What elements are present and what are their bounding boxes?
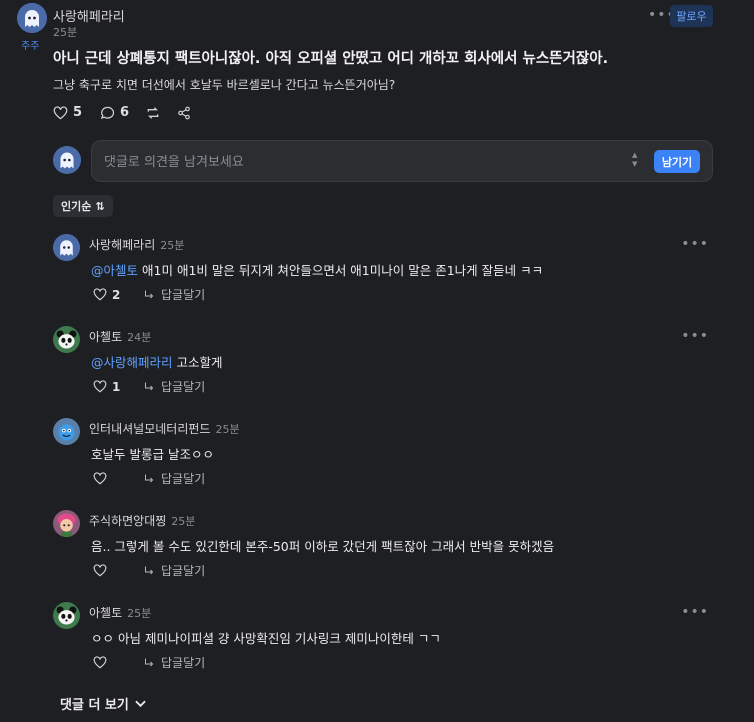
comment-time: 25분 — [215, 423, 240, 436]
load-more-comments-button[interactable]: 댓글 더 보기 — [60, 694, 146, 713]
comment-time: 25분 — [160, 239, 185, 252]
comment-like-button[interactable]: 2 — [93, 288, 143, 302]
reply-arrow-icon — [145, 290, 154, 298]
comment-time: 24분 — [127, 331, 152, 344]
repost-button[interactable] — [145, 106, 161, 120]
post-time: 25분 — [53, 26, 78, 39]
comment-author[interactable]: 인터내셔널모네터리펀드 — [89, 420, 210, 437]
reply-arrow-icon — [145, 566, 154, 574]
resize-stepper-icon[interactable]: ▲ ▼ — [632, 151, 637, 169]
follow-button[interactable]: 팔로우 — [670, 5, 713, 27]
heart-icon — [93, 656, 107, 669]
reply-button[interactable]: 답글달기 — [143, 654, 205, 671]
post-title: 아니 근데 상폐통지 팩트아니잖아. 아직 오피셜 안떴고 어디 개하꼬 회사에… — [53, 51, 609, 67]
comment-text: @사랑해페라리 고소할게 — [91, 352, 223, 371]
share-icon — [178, 106, 190, 119]
repost-icon — [147, 106, 159, 119]
comment-author[interactable]: 사랑해페라리 — [89, 236, 155, 253]
like-count: 5 — [73, 105, 83, 120]
comment-more-options-icon[interactable]: ••• — [681, 236, 709, 252]
comment-avatar[interactable] — [53, 234, 80, 261]
reply-button[interactable]: 답글달기 — [143, 378, 205, 395]
post-actions: 5 6 — [53, 105, 191, 120]
comment-time: 25분 — [127, 607, 152, 620]
comment-avatar[interactable] — [53, 326, 80, 353]
reply-button[interactable]: 답글달기 — [143, 562, 205, 579]
comment-time: 25분 — [171, 515, 196, 528]
submit-comment-button[interactable]: 남기기 — [654, 150, 700, 173]
share-button[interactable] — [177, 106, 191, 120]
comment-author[interactable]: 아첼토 — [89, 604, 122, 621]
comment-input[interactable] — [104, 151, 604, 173]
reply-label: 답글달기 — [161, 380, 206, 394]
load-more-label: 댓글 더 보기 — [60, 698, 129, 713]
pink-hair-avatar-icon — [53, 510, 80, 537]
ghost-avatar-icon — [53, 146, 81, 174]
shareholder-tag: 주주 — [21, 41, 40, 52]
comment-text: @아첼토 애1미 애1비 말은 뒤지게 쳐안들으면서 애1미나이 말은 존1나게 … — [91, 260, 543, 279]
reply-button[interactable]: 답글달기 — [143, 286, 205, 303]
comment-body: 애1미 애1비 말은 뒤지게 쳐안들으면서 애1미나이 말은 존1나게 잘듣네 … — [142, 263, 544, 278]
comment-count: 6 — [120, 105, 130, 120]
sort-arrows-icon: ⇅ — [95, 199, 105, 213]
comment-composer: ▲▼ 남기기 — [91, 140, 713, 182]
comment-text: ㅇㅇ 아님 제미나이피셜 걍 사망확진임 기사링크 제미나이한테 ㄱㄱ — [91, 631, 441, 646]
blue-monster-avatar-icon — [53, 418, 80, 445]
comment-more-options-icon[interactable]: ••• — [681, 604, 709, 620]
comment-avatar[interactable] — [53, 418, 80, 445]
panda-avatar-icon — [53, 602, 80, 629]
comment-body: 고소할게 — [176, 355, 223, 370]
comment-text: 음.. 그렇게 볼 수도 있긴한데 본주-50퍼 이하로 갔던게 팩트잖아 그래… — [91, 539, 555, 554]
author-avatar[interactable] — [17, 3, 47, 33]
my-avatar — [53, 146, 81, 174]
heart-icon — [93, 288, 107, 301]
post-author-name[interactable]: 사랑해페라리 — [53, 6, 125, 25]
mention-link[interactable]: @아첼토 — [91, 263, 138, 278]
comment-text: 호날두 발롱급 날조ㅇㅇ — [91, 447, 214, 462]
reply-arrow-icon — [145, 658, 154, 666]
reply-label: 답글달기 — [161, 472, 206, 486]
reply-arrow-icon — [145, 382, 154, 390]
reply-arrow-icon — [145, 474, 154, 482]
heart-icon — [93, 564, 107, 577]
reply-label: 답글달기 — [161, 564, 206, 578]
reply-label: 답글달기 — [161, 656, 206, 670]
sort-dropdown[interactable]: 인기순 ⇅ — [53, 195, 113, 217]
comment-like-count: 1 — [112, 379, 121, 394]
comment-more-options-icon[interactable]: ••• — [681, 328, 709, 344]
like-button[interactable]: 5 — [53, 105, 82, 120]
ghost-avatar-icon — [17, 3, 47, 33]
mention-link[interactable]: @사랑해페라리 — [91, 355, 173, 370]
comment-like-count: 2 — [112, 287, 121, 302]
comment-avatar[interactable] — [53, 602, 80, 629]
heart-icon — [53, 105, 68, 119]
comment-like-button[interactable]: 1 — [93, 380, 143, 394]
heart-icon — [93, 472, 107, 485]
ghost-avatar-icon — [53, 234, 80, 261]
comment-avatar[interactable] — [53, 510, 80, 537]
reply-label: 답글달기 — [161, 288, 206, 302]
sort-label: 인기순 — [61, 200, 92, 213]
comment-like-button[interactable] — [93, 656, 143, 669]
comment-author[interactable]: 주식하면앙대찡 — [89, 512, 166, 529]
comment-like-button[interactable] — [93, 564, 143, 577]
chevron-down-icon — [135, 700, 146, 707]
speech-bubble-icon — [100, 106, 115, 119]
comment-button[interactable]: 6 — [100, 105, 129, 120]
reply-button[interactable]: 답글달기 — [143, 470, 205, 487]
heart-icon — [93, 380, 107, 393]
comment-author[interactable]: 아첼토 — [89, 328, 122, 345]
panda-avatar-icon — [53, 326, 80, 353]
comment-like-button[interactable] — [93, 472, 143, 485]
post-body: 그냥 축구로 치면 더선에서 호날두 바르셀로나 간다고 뉴스뜬거아님? — [53, 78, 396, 92]
